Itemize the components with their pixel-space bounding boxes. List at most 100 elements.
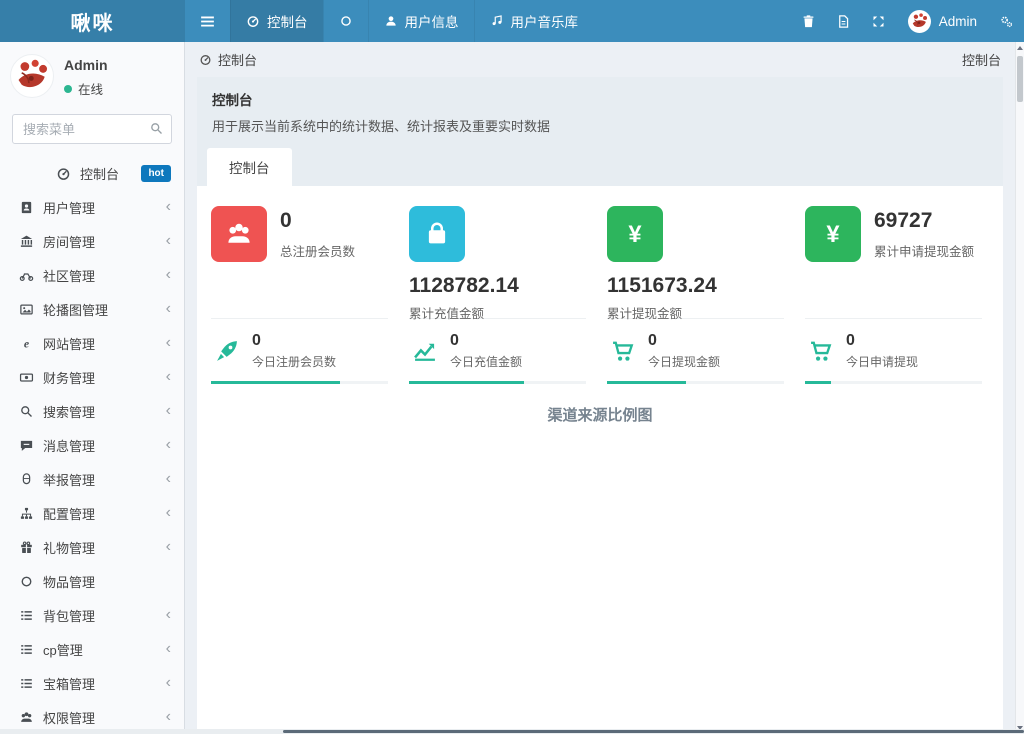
- chevron-left-icon: [166, 607, 171, 623]
- sidebar-user-panel: Admin 在线: [0, 42, 184, 106]
- sidebar-item-website-management[interactable]: 网站管理: [0, 326, 184, 360]
- search-icon: [149, 121, 164, 136]
- scroll-up-arrow[interactable]: [1016, 42, 1024, 54]
- sidebar-item-cp-management[interactable]: cp管理: [0, 632, 184, 666]
- trash-button[interactable]: [791, 0, 826, 42]
- sidebar-item-carousel-management[interactable]: 轮播图管理: [0, 292, 184, 326]
- chevron-left-icon: [166, 199, 171, 215]
- sidebar-item-label: 礼物管理: [43, 538, 95, 557]
- sidebar-item-search-management[interactable]: 搜索管理: [0, 394, 184, 428]
- yen-icon: [805, 206, 861, 262]
- breadcrumb: 控制台 控制台: [185, 42, 1015, 75]
- clear-cache-button[interactable]: [826, 0, 861, 42]
- sidebar-item-label: 消息管理: [43, 436, 95, 455]
- chevron-left-icon: [166, 471, 171, 487]
- line-chart-icon: [411, 337, 439, 365]
- sidebar-item-room-management[interactable]: 房间管理: [0, 224, 184, 258]
- content-area: 控制台 控制台 控制台 用于展示当前系统中的统计数据、统计报表及重要实时数据 控…: [185, 42, 1015, 734]
- sidebar-item-label: 配置管理: [43, 504, 95, 523]
- vertical-scrollbar[interactable]: [1015, 42, 1024, 734]
- nav-tab-dashboard[interactable]: 控制台: [230, 0, 323, 42]
- chevron-left-icon: [166, 233, 171, 249]
- sidebar-item-label: 用户管理: [43, 198, 95, 217]
- image-icon: [19, 302, 34, 317]
- stat-value: 69727: [874, 209, 974, 232]
- settings-button[interactable]: [989, 0, 1024, 42]
- sidebar-search: [12, 114, 172, 144]
- sidebar-item-message-management[interactable]: 消息管理: [0, 428, 184, 462]
- cache-file-icon: [836, 14, 851, 29]
- nav-tab-circle[interactable]: [323, 0, 368, 42]
- stats-grid: 0 总注册会员数 0 今日注册会员数: [197, 206, 1003, 384]
- stat-total-withdraw: 1151673.24 累计提现金额: [607, 206, 791, 322]
- sidebar-item-dashboard[interactable]: 控制台 hot: [0, 156, 184, 190]
- nav-tab-music-library[interactable]: 用户音乐库: [474, 0, 594, 42]
- stat-label: 累计申请提现金额: [874, 241, 974, 260]
- breadcrumb-right-label: 控制台: [962, 50, 1001, 69]
- dashboard-icon: [199, 53, 212, 66]
- sidebar-item-label: 控制台: [80, 164, 119, 183]
- online-dot-icon: [64, 85, 72, 93]
- chevron-left-icon: [166, 505, 171, 521]
- sidebar-item-backpack-management[interactable]: 背包管理: [0, 598, 184, 632]
- sidebar-item-treasure-management[interactable]: 宝箱管理: [0, 666, 184, 700]
- content-header-panel: 控制台 用于展示当前系统中的统计数据、统计报表及重要实时数据 控制台: [197, 77, 1003, 186]
- rocket-icon: [213, 337, 241, 365]
- navbar-user-menu[interactable]: Admin: [896, 10, 989, 33]
- progress-bar: [211, 381, 388, 384]
- chevron-left-icon: [166, 267, 171, 283]
- stat-total-members: 0 总注册会员数: [211, 206, 395, 262]
- nav-tab-label: 用户音乐库: [511, 11, 579, 31]
- tab-bar: 控制台: [197, 148, 1003, 186]
- sidebar-item-report-management[interactable]: 举报管理: [0, 462, 184, 496]
- today-label: 今日申请提现: [846, 353, 918, 370]
- chevron-left-icon: [166, 709, 171, 725]
- sidebar-item-label: 房间管理: [43, 232, 95, 251]
- music-note-icon: [490, 14, 504, 28]
- user-icon: [384, 14, 398, 28]
- fullscreen-button[interactable]: [861, 0, 896, 42]
- stat-value: 0: [280, 209, 355, 232]
- sidebar-item-community-management[interactable]: 社区管理: [0, 258, 184, 292]
- horizontal-scroll-thumb[interactable]: [283, 730, 1024, 733]
- brand-logo[interactable]: 啾咪: [0, 0, 185, 42]
- shopping-bag-icon: [409, 206, 465, 262]
- users-icon: [19, 710, 34, 725]
- vertical-scroll-thumb[interactable]: [1017, 56, 1023, 102]
- chevron-left-icon: [166, 437, 171, 453]
- progress-bar: [409, 381, 586, 384]
- today-stat-withdraw-apply: 0 今日申请提现: [805, 319, 989, 381]
- today-label: 今日提现金额: [648, 353, 720, 370]
- sidebar-item-gift-management[interactable]: 礼物管理: [0, 530, 184, 564]
- sidebar-item-config-management[interactable]: 配置管理: [0, 496, 184, 530]
- horizontal-scrollbar[interactable]: [0, 729, 1024, 734]
- gift-icon: [19, 540, 34, 555]
- cart-icon: [807, 337, 835, 365]
- sidebar-item-label: 背包管理: [43, 606, 95, 625]
- sidebar-toggle-button[interactable]: [185, 0, 230, 42]
- search-menu-input[interactable]: [12, 114, 172, 144]
- sidebar-item-item-management[interactable]: 物品管理: [0, 564, 184, 598]
- search-icon: [19, 404, 34, 419]
- stat-column: 0 总注册会员数 0 今日注册会员数: [211, 206, 395, 384]
- chevron-left-icon: [166, 641, 171, 657]
- nav-tab-label: 用户信息: [405, 11, 459, 31]
- today-stat-registered: 0 今日注册会员数: [211, 319, 395, 381]
- tab-dashboard[interactable]: 控制台: [207, 148, 292, 186]
- today-stat-withdraw: 0 今日提现金额: [607, 319, 791, 381]
- sidebar-item-user-management[interactable]: 用户管理: [0, 190, 184, 224]
- nav-tab-user-info[interactable]: 用户信息: [368, 0, 474, 42]
- circle-icon: [339, 14, 353, 28]
- navbar-username: Admin: [939, 14, 977, 29]
- comment-icon: [19, 438, 34, 453]
- money-icon: [19, 370, 34, 385]
- chevron-left-icon: [166, 539, 171, 555]
- stat-value: 1128782.14: [409, 274, 593, 297]
- cart-icon: [609, 337, 637, 365]
- sidebar-item-finance-management[interactable]: 财务管理: [0, 360, 184, 394]
- today-value: 0: [450, 332, 522, 350]
- dashboard-icon: [246, 14, 260, 28]
- breadcrumb-location[interactable]: 控制台: [199, 50, 257, 69]
- online-status: 在线: [64, 79, 108, 98]
- chevron-left-icon: [166, 369, 171, 385]
